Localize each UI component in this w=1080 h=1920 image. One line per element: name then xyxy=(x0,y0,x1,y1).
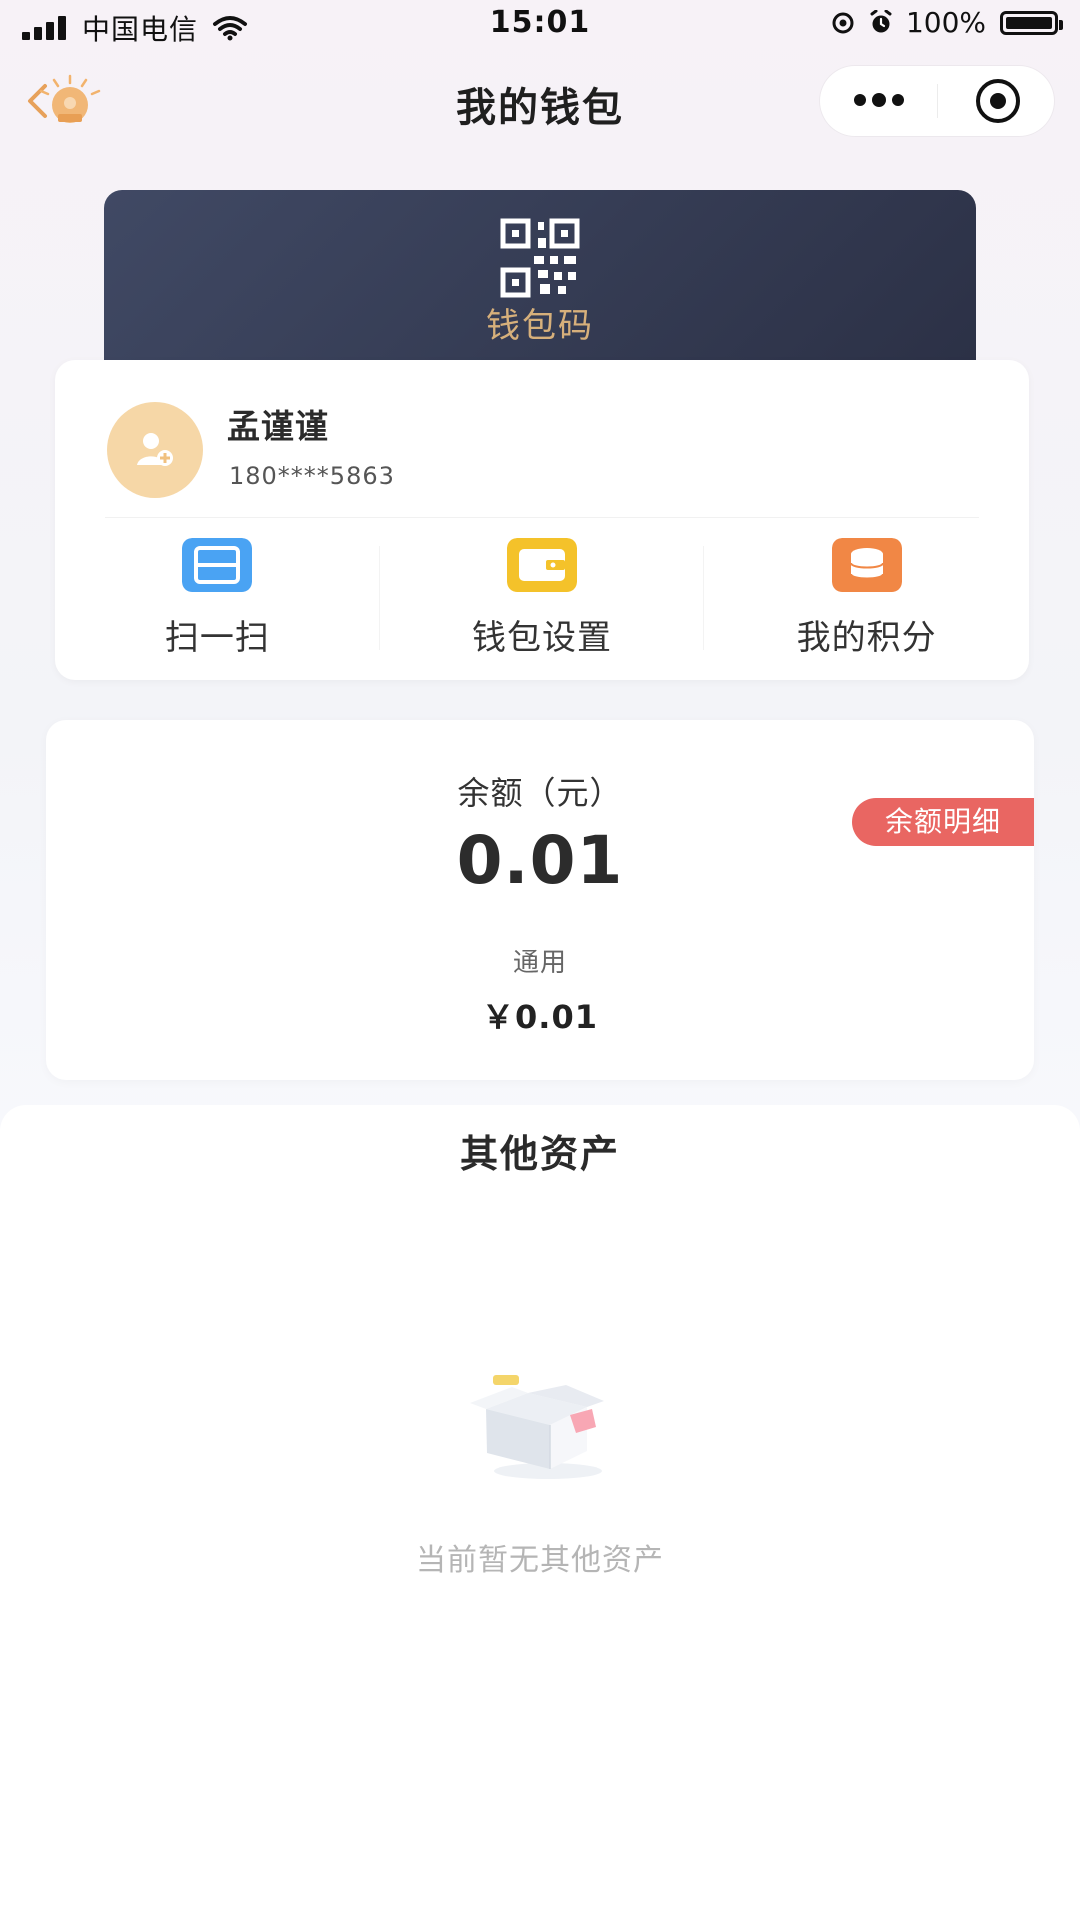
scan-action[interactable]: 扫一扫 xyxy=(55,538,380,658)
status-bar: 中国电信 15:01 100% xyxy=(0,0,1080,52)
alarm-icon xyxy=(870,9,892,32)
empty-assets-text: 当前暂无其他资产 xyxy=(416,1543,664,1578)
scan-label: 扫一扫 xyxy=(164,618,270,658)
other-assets-title: 其他资产 xyxy=(459,1132,620,1176)
wallet-settings-action[interactable]: 钱包设置 xyxy=(380,538,705,658)
scan-icon xyxy=(182,538,253,592)
coins-icon xyxy=(831,538,902,592)
points-action[interactable]: 我的积分 xyxy=(704,538,1029,658)
avatar[interactable] xyxy=(107,402,203,498)
rotation-lock-icon xyxy=(832,12,854,33)
wallet-code-label: 钱包码 xyxy=(486,306,594,346)
user-card: 孟谨谨 180****5863 扫一扫 钱包设置 我的积分 xyxy=(55,360,1029,680)
battery-icon xyxy=(1000,10,1063,35)
mini-program-capsule xyxy=(820,66,1054,136)
general-balance-label: 通用 xyxy=(512,948,567,978)
empty-box-icon xyxy=(470,1375,604,1479)
balance-detail-button[interactable]: 余额明细 xyxy=(852,798,1034,846)
balance-card: 余额（元） 0.01 余额明细 通用 ￥0.01 xyxy=(46,720,1034,1080)
points-label: 我的积分 xyxy=(796,618,937,658)
more-icon[interactable] xyxy=(854,93,908,108)
other-assets-panel: 其他资产 当前暂无其他资产 xyxy=(0,1105,1080,1920)
wallet-actions: 扫一扫 钱包设置 我的积分 xyxy=(55,538,1029,658)
status-right: 100% xyxy=(830,6,1063,39)
battery-fill xyxy=(1006,16,1052,29)
capsule-divider xyxy=(937,84,938,118)
user-divider xyxy=(105,517,979,518)
user-avatar-icon xyxy=(137,433,173,466)
wallet-screen: 中国电信 15:01 100% 我的钱包 钱包码 孟谨谨 180****5863… xyxy=(0,0,1080,1920)
wallet-settings-label: 钱包设置 xyxy=(472,618,612,658)
general-balance-value: ￥0.01 xyxy=(482,998,598,1036)
close-target-icon[interactable] xyxy=(976,79,1020,123)
battery-text: 100% xyxy=(905,6,986,39)
user-name: 孟谨谨 xyxy=(227,407,329,446)
wallet-icon xyxy=(507,538,577,592)
user-phone: 180****5863 xyxy=(229,462,395,490)
qr-code-icon xyxy=(500,218,580,298)
